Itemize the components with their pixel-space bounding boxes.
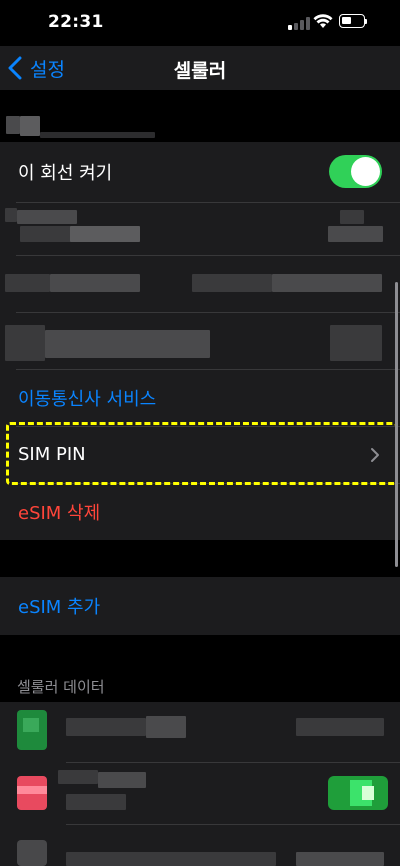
- toggle-switch[interactable]: [328, 776, 388, 810]
- app-data-row-1[interactable]: [0, 702, 400, 762]
- status-bar: 22:31: [0, 0, 400, 46]
- add-esim-button[interactable]: eSIM 추가: [0, 577, 400, 635]
- app-data-row-3[interactable]: [0, 824, 400, 866]
- page-title: 셀룰러: [173, 60, 227, 82]
- cellular-data-header: 셀룰러 데이터: [17, 678, 105, 696]
- line-toggle-switch[interactable]: [329, 155, 382, 188]
- delete-esim-button[interactable]: eSIM 삭제: [0, 483, 400, 540]
- app-icon: [17, 710, 47, 750]
- scrollbar[interactable]: [395, 282, 398, 567]
- annotation-highlight: [6, 422, 398, 485]
- carrier-services-label: 이동통신사 서비스: [18, 388, 157, 410]
- cellular-signal-icon: [288, 16, 310, 30]
- delete-esim-label: eSIM 삭제: [18, 502, 101, 524]
- app-data-row-2[interactable]: [0, 762, 400, 824]
- app-icon: [17, 776, 47, 810]
- line-toggle-label: 이 회선 켜기: [18, 163, 113, 184]
- app-icon: [17, 840, 47, 866]
- status-time: 22:31: [48, 12, 104, 32]
- wifi-icon: [313, 14, 333, 28]
- add-esim-label: eSIM 추가: [18, 597, 101, 618]
- battery-icon: [339, 14, 367, 28]
- navigation-bar: 설정 셀룰러: [0, 46, 400, 90]
- carrier-services-link[interactable]: 이동통신사 서비스: [0, 369, 400, 426]
